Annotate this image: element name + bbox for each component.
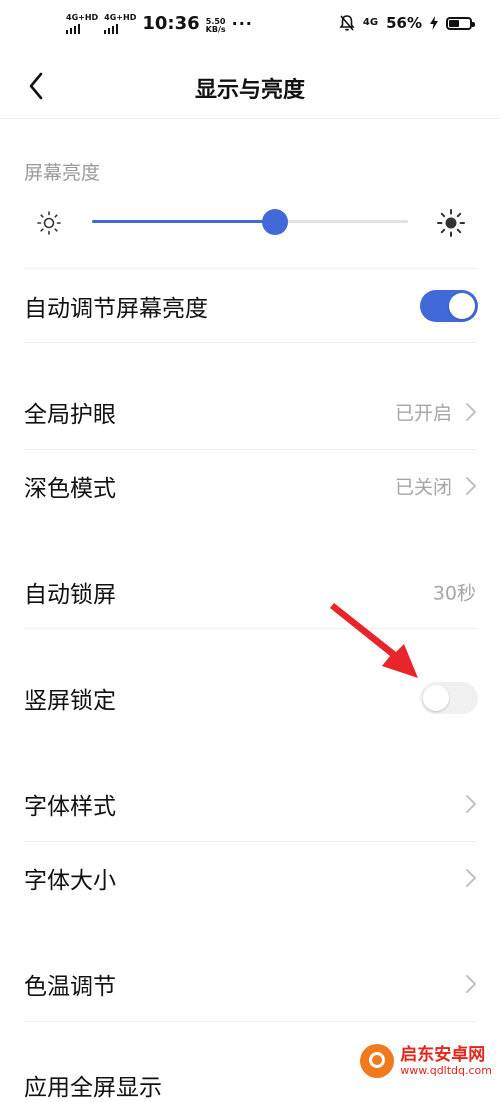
status-left: 4G+HD 4G+HD 10:36 5.50 KB/s ··· (66, 14, 253, 34)
slider-thumb[interactable] (262, 209, 289, 235)
toggle-knob (449, 293, 475, 319)
more-notifications: ··· (231, 14, 253, 33)
dark-mode-value: 已关闭 (394, 476, 452, 499)
network-type-1: 4G+HD (66, 13, 99, 22)
battery-percent: 56% (386, 14, 422, 32)
auto-brightness-toggle[interactable] (420, 290, 478, 322)
eye-protection-label: 全局护眼 (24, 402, 116, 428)
signal-bars-icon (104, 24, 119, 34)
toggle-knob (423, 685, 449, 711)
divider (24, 1021, 476, 1022)
chevron-right-icon (466, 975, 476, 993)
battery-fill (449, 19, 460, 27)
speed-unit: KB/s (205, 25, 226, 34)
signal-1: 4G+HD (66, 14, 98, 34)
color-temp-label: 色温调节 (24, 974, 116, 1000)
auto-lock-value: 30秒 (432, 582, 476, 605)
header: 显示与亮度 (0, 56, 500, 119)
color-temp-row[interactable]: 色温调节 (0, 948, 500, 1020)
eye-protection-row[interactable]: 全局护眼 已开启 (0, 376, 500, 448)
watermark-text: 启东安卓网 www.qdltdq.com (400, 1044, 492, 1077)
divider (24, 342, 476, 343)
dark-mode-label: 深色模式 (24, 476, 116, 502)
network-speed: 5.50 KB/s (206, 18, 226, 34)
sun-small-icon (37, 211, 61, 235)
clock: 10:36 (142, 13, 200, 34)
brightness-section-label: 屏幕亮度 (24, 162, 101, 184)
font-style-row[interactable]: 字体样式 (0, 768, 500, 840)
chevron-right-icon (466, 795, 476, 813)
watermark: 启东安卓网 www.qdltdq.com (360, 1044, 492, 1078)
network-type-3: 4G (362, 17, 379, 28)
sun-large-icon (437, 209, 465, 237)
network-type-2: 4G+HD (104, 13, 137, 22)
font-size-row[interactable]: 字体大小 (0, 842, 500, 914)
bell-off-icon (339, 15, 355, 31)
auto-brightness-row[interactable]: 自动调节屏幕亮度 (0, 270, 500, 342)
watermark-name: 启东安卓网 (400, 1044, 486, 1065)
annotation-arrow-icon (330, 603, 418, 678)
auto-lock-label: 自动锁屏 (24, 582, 116, 608)
page-title: 显示与亮度 (194, 78, 305, 103)
status-bar: 4G+HD 4G+HD 10:36 5.50 KB/s ··· 4G 56% (0, 0, 500, 56)
eye-protection-value: 已开启 (394, 402, 452, 425)
chevron-right-icon (466, 403, 476, 421)
watermark-logo-icon (360, 1044, 395, 1078)
bolt-icon (430, 16, 438, 30)
chevron-right-icon (466, 477, 476, 495)
font-size-label: 字体大小 (24, 868, 116, 894)
divider (24, 268, 476, 269)
watermark-url: www.qdltdq.com (400, 1063, 492, 1077)
font-style-label: 字体样式 (24, 794, 116, 820)
battery-icon (446, 16, 475, 30)
brightness-slider[interactable] (92, 207, 408, 237)
dark-mode-row[interactable]: 深色模式 已关闭 (0, 450, 500, 522)
signal-2: 4G+HD (104, 14, 136, 34)
signal-bars-icon (66, 24, 80, 34)
chevron-right-icon (466, 869, 476, 887)
status-right: 4G 56% (339, 14, 475, 32)
portrait-lock-label: 竖屏锁定 (24, 688, 116, 714)
app-fullscreen-label[interactable]: 应用全屏显示 (24, 1068, 162, 1102)
auto-brightness-label: 自动调节屏幕亮度 (24, 296, 208, 322)
slider-fill (92, 220, 276, 223)
